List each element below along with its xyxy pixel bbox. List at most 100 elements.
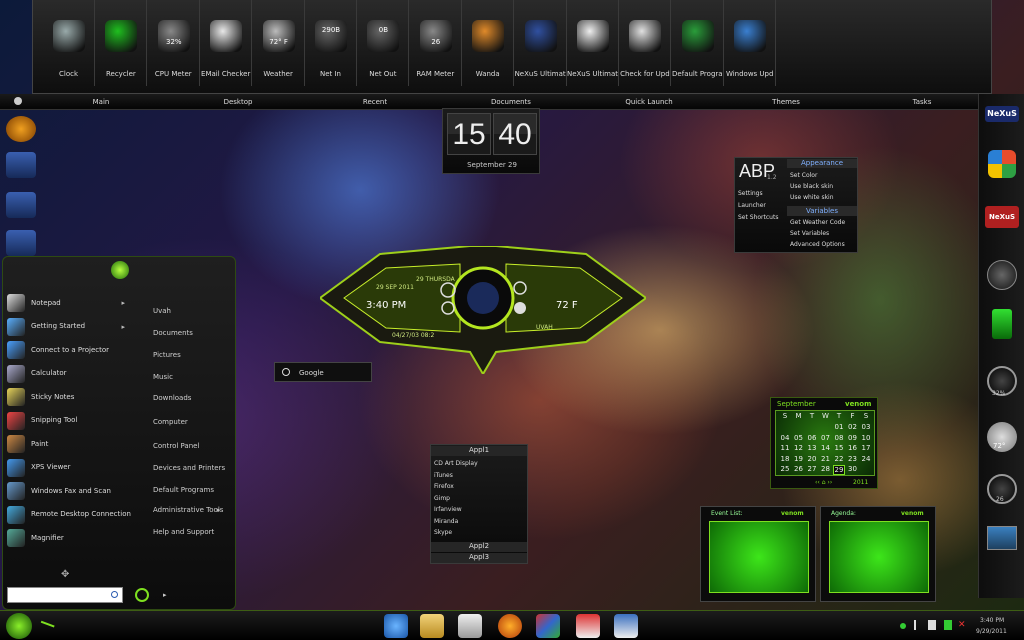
internet-explorer-icon[interactable] [384, 614, 408, 638]
app-list-item[interactable]: Miranda [434, 518, 458, 525]
dock-item-12[interactable]: Default Progra [672, 0, 724, 86]
dock-item-9[interactable]: NeXuS Ultimat [515, 0, 567, 86]
calendar-day[interactable]: 08 [833, 434, 845, 442]
start-place-item[interactable]: Pictures [153, 351, 181, 359]
start-program-item[interactable]: Remote Desktop Connection [7, 505, 131, 525]
dock-item-1[interactable]: Recycler [95, 0, 148, 86]
calendar-day[interactable]: 15 [833, 444, 845, 452]
dock-item-7[interactable]: RAM Meter 26 [410, 0, 462, 86]
calendar-day[interactable]: 01 [833, 423, 845, 431]
start-program-item[interactable]: XPS Viewer [7, 458, 131, 478]
tray-date[interactable]: 9/29/2011 [976, 628, 1007, 635]
start-program-item[interactable]: Snipping Tool [7, 411, 131, 431]
ipod-icon[interactable] [614, 614, 638, 638]
dock-item-4[interactable]: Weather 72° F [253, 0, 305, 86]
calendar-day[interactable]: 07 [820, 434, 832, 442]
start-program-item[interactable]: Windows Fax and Scan [7, 481, 131, 501]
calendar-day[interactable]: 05 [793, 434, 805, 442]
calendar-day[interactable]: 02 [847, 423, 859, 431]
start-search-input[interactable] [7, 587, 123, 603]
start-place-item[interactable]: Computer [153, 418, 188, 426]
start-program-item[interactable]: Getting Started ▸ [7, 317, 131, 337]
abp-appearance-item[interactable]: Use white skin [790, 194, 834, 201]
calendar-day[interactable]: 25 [779, 465, 791, 473]
start-place-item[interactable]: Documents [153, 329, 193, 337]
dock-item-10[interactable]: NeXuS Ultimat [567, 0, 619, 86]
calendar-day[interactable]: 28 [820, 465, 832, 473]
status-dot-icon[interactable] [900, 623, 906, 629]
gear-icon[interactable] [14, 97, 22, 105]
power-arrow-icon[interactable]: ▸ [163, 591, 167, 599]
calendar-day[interactable]: 11 [779, 444, 791, 452]
dock-item-8[interactable]: Wanda [462, 0, 515, 86]
dock-item-0[interactable]: Clock [43, 0, 95, 86]
calendar-day[interactable]: 26 [793, 465, 805, 473]
dock-item-13[interactable]: Windows Upd [724, 0, 777, 86]
start-program-item[interactable]: Paint [7, 434, 131, 454]
start-place-item[interactable]: Control Panel [153, 442, 199, 450]
app-list-item[interactable]: Irfanview [434, 506, 462, 513]
calendar-day[interactable]: 10 [860, 434, 872, 442]
calendar-day[interactable]: 22 [833, 455, 845, 463]
flag-icon[interactable] [914, 620, 922, 630]
network-icon[interactable] [944, 620, 952, 630]
menu-item-main[interactable]: Main [93, 98, 110, 106]
calendar-day[interactable]: 24 [860, 455, 872, 463]
start-place-item[interactable]: Help and Support [153, 528, 214, 536]
orb-icon[interactable] [6, 116, 36, 142]
google-search-input[interactable]: Google [299, 369, 324, 377]
folder-icon[interactable] [420, 614, 444, 638]
abp-variables-item[interactable]: Get Weather Code [790, 219, 845, 226]
dock-item-3[interactable]: EMail Checker [200, 0, 253, 86]
group-header[interactable]: Appl3 [431, 553, 527, 563]
control-panel-icon[interactable] [536, 614, 560, 638]
start-program-item[interactable]: Calculator [7, 364, 131, 384]
abp-variables-item[interactable]: Set Variables [790, 230, 829, 237]
start-orb-icon[interactable] [6, 613, 32, 639]
dock-item-11[interactable]: Check for Upd [619, 0, 672, 86]
abp-menu-item[interactable]: Set Shortcuts [738, 214, 778, 221]
start-program-item[interactable]: Connect to a Projector [7, 340, 131, 360]
start-place-item[interactable]: Administrative Tools [153, 506, 223, 514]
calendar-day[interactable]: 30 [847, 465, 859, 473]
start-place-item[interactable]: Devices and Printers [153, 464, 225, 472]
calendar-day[interactable]: 27 [806, 465, 818, 473]
calendar-day[interactable]: 19 [793, 455, 805, 463]
calendar-day[interactable]: 20 [806, 455, 818, 463]
nexus-icon[interactable]: NeXuS [985, 106, 1019, 122]
search-icon[interactable] [282, 368, 290, 376]
abp-appearance-item[interactable]: Use black skin [790, 183, 833, 190]
clock-icon[interactable] [987, 260, 1017, 290]
app-list-item[interactable]: iTunes [434, 472, 453, 479]
app-list-item[interactable]: Skype [434, 529, 452, 536]
calendar-day[interactable]: 14 [820, 444, 832, 452]
abp-variables-item[interactable]: Advanced Options [790, 241, 845, 248]
start-place-item[interactable]: Default Programs [153, 486, 214, 494]
search-icon[interactable] [111, 591, 118, 598]
start-place-item[interactable]: Uvah [153, 307, 171, 315]
agenda-body[interactable] [829, 521, 929, 593]
menu-item-desktop[interactable]: Desktop [224, 98, 253, 106]
abp-menu-item[interactable]: Settings [738, 190, 763, 197]
group-header[interactable]: Appl2 [431, 542, 527, 552]
dock-item-6[interactable]: Net Out 0B [357, 0, 410, 86]
volume-icon[interactable]: ✕ [958, 620, 968, 630]
calendar-day[interactable]: 12 [793, 444, 805, 452]
gimp-icon[interactable] [576, 614, 600, 638]
calendar-day[interactable]: 13 [806, 444, 818, 452]
calendar-day[interactable]: 18 [779, 455, 791, 463]
battery-icon[interactable] [928, 620, 936, 630]
app-list-item[interactable]: CD Art Display [434, 460, 478, 467]
windows-logo-icon[interactable] [988, 150, 1016, 178]
power-icon[interactable] [135, 588, 149, 602]
calendar-day[interactable]: 06 [806, 434, 818, 442]
media-player-icon[interactable] [458, 614, 482, 638]
drive-icon[interactable] [6, 152, 36, 178]
picture-icon[interactable] [987, 526, 1017, 550]
tray-time[interactable]: 3:40 PM [980, 617, 1004, 624]
group-header[interactable]: Appl1 [431, 446, 527, 456]
drive-icon[interactable] [6, 230, 36, 256]
recycle-bin-icon[interactable] [992, 309, 1012, 339]
abp-appearance-item[interactable]: Set Color [790, 172, 817, 179]
start-place-item[interactable]: Downloads [153, 394, 191, 402]
